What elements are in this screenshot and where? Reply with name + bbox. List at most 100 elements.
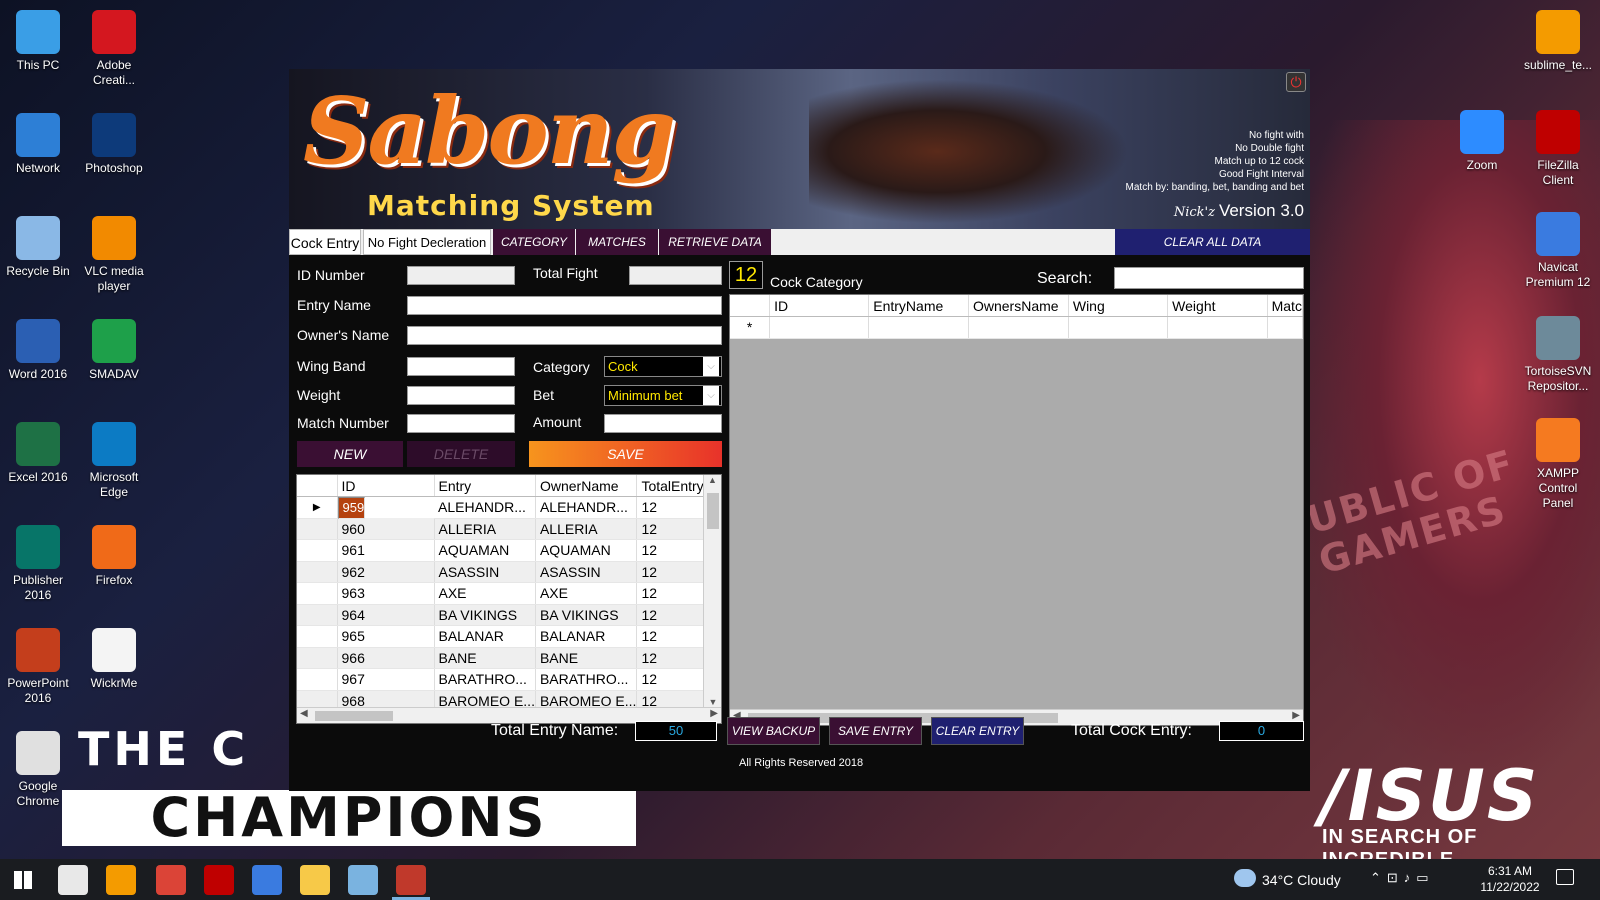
sabong-app-icon[interactable] [396,865,426,895]
desktop-icon[interactable]: Recycle Bin [2,216,74,279]
sublime-text-icon[interactable] [106,865,136,895]
table-cell[interactable]: 12 [636,518,710,540]
row-header[interactable] [297,582,338,605]
desktop-icon[interactable]: Excel 2016 [2,422,74,485]
scroll-thumb[interactable] [315,711,393,721]
column-header[interactable]: Matc [1267,295,1303,317]
table-row[interactable]: 967 BARATHRO... BARATHRO... 12 [297,668,710,691]
total-fight-field[interactable] [629,266,722,285]
match-number-field[interactable] [407,414,515,433]
desktop-icon[interactable]: WickrMe [78,628,150,691]
tab-retrieve-data[interactable]: RETRIEVE DATA [659,229,771,255]
table-cell[interactable]: 963 [337,582,435,605]
desktop-icon[interactable]: XAMPP Control Panel [1522,418,1594,511]
table-cell[interactable]: 12 [636,604,710,626]
table-cell[interactable]: ASASSIN [535,561,638,583]
table-cell[interactable] [1267,316,1303,339]
clear-all-data-button[interactable]: CLEAR ALL DATA [1115,229,1310,255]
column-header[interactable]: Weight [1167,295,1268,317]
save-entry-button[interactable]: SAVE ENTRY [829,717,922,745]
entry-name-field[interactable] [407,296,722,315]
table-cell[interactable]: 967 [337,668,435,691]
table-cell[interactable] [968,316,1069,339]
desktop-icon[interactable]: Publisher 2016 [2,525,74,603]
column-header[interactable]: ID [769,295,870,317]
table-row[interactable]: 965 BALANAR BALANAR 12 [297,625,710,648]
table-row[interactable]: 963 AXE AXE 12 [297,582,710,605]
table-cell[interactable]: 960 [337,518,435,540]
table-row[interactable]: 966 BANE BANE 12 [297,647,710,669]
chevron-down-icon[interactable]: ▼ [704,697,721,707]
table-cell[interactable]: 962 [337,561,435,583]
row-header[interactable] [297,518,338,540]
new-button[interactable]: NEW [297,441,403,467]
row-header[interactable] [297,647,338,669]
windows-start-icon[interactable] [8,865,38,895]
table-cell[interactable]: 12 [636,582,710,605]
table-cell[interactable]: BANE [535,647,638,669]
chevron-right-icon[interactable]: ▶ [710,708,718,719]
weather-text[interactable]: 34°C Cloudy [1262,872,1341,888]
desktop-icon[interactable]: sublime_te... [1522,10,1594,73]
view-backup-button[interactable]: VIEW BACKUP [727,717,820,745]
desktop-icon[interactable]: Adobe Creati... [78,10,150,88]
cock-category-grid[interactable]: ID EntryName OwnersName Wing Weight Matc… [729,294,1304,726]
table-cell[interactable]: BANE [434,647,536,669]
table-cell[interactable] [769,316,870,339]
desktop-icon[interactable]: Photoshop [78,113,150,176]
owners-name-field[interactable] [407,326,722,345]
tray-icons[interactable]: ⌃⊡♪▭ [1370,870,1435,886]
desktop-icon[interactable]: Google Chrome [2,731,74,809]
wing-band-field[interactable] [407,357,515,376]
column-header[interactable]: EntryName [868,295,969,317]
table-cell[interactable]: 961 [337,539,435,562]
search-input[interactable] [1114,267,1304,289]
table-cell[interactable]: 12 [636,647,710,669]
file-explorer-icon[interactable] [300,865,330,895]
table-cell[interactable]: AXE [434,582,536,605]
desktop-icon[interactable]: Network [2,113,74,176]
desktop-icon[interactable]: VLC media player [78,216,150,294]
tab-matches[interactable]: MATCHES [576,229,658,255]
column-header[interactable]: TotalEntry [636,475,710,497]
chevron-up-icon[interactable]: ▲ [704,475,721,485]
desktop-icon[interactable]: PowerPoint 2016 [2,628,74,706]
id-number-field[interactable] [407,266,515,285]
tab-no-fight-decleration[interactable]: No Fight Decleration [363,229,491,255]
entries-vertical-scrollbar[interactable]: ▲ ▼ [703,475,721,707]
chrome-icon[interactable] [156,865,186,895]
table-cell[interactable]: 12 [636,625,710,648]
new-row[interactable]: * [730,316,1303,339]
table-cell[interactable]: AQUAMAN [434,539,536,562]
column-header[interactable]: Entry [434,475,536,497]
table-row[interactable]: 960 ALLERIA ALLERIA 12 [297,518,710,540]
desktop-icon[interactable]: Microsoft Edge [78,422,150,500]
table-cell[interactable]: BALANAR [535,625,638,648]
desktop-icon[interactable]: Firefox [78,525,150,588]
row-header[interactable]: ▶ [297,496,338,519]
clear-entry-button[interactable]: CLEAR ENTRY [931,717,1024,745]
table-cell[interactable]: 12 [636,539,710,562]
power-icon[interactable]: ⏻ [1286,72,1306,92]
table-row[interactable]: 961 AQUAMAN AQUAMAN 12 [297,539,710,562]
table-cell[interactable]: 965 [337,625,435,648]
desktop-icon[interactable]: SMADAV [78,319,150,382]
table-cell[interactable] [868,316,969,339]
table-row[interactable]: 962 ASASSIN ASASSIN 12 [297,561,710,583]
table-cell[interactable]: 12 [636,668,710,691]
column-header[interactable]: OwnersName [968,295,1069,317]
save-button[interactable]: SAVE [529,441,722,467]
table-cell[interactable]: 12 [636,561,710,583]
table-row[interactable]: ▶ 959 ALEHANDR... ALEHANDR... 12 [297,496,710,519]
chevron-left-icon[interactable]: ◀ [300,708,308,719]
weather-icon[interactable] [1234,869,1256,887]
desktop-icon[interactable]: FileZilla Client [1522,110,1594,188]
column-header[interactable]: ID [337,475,435,497]
tab-category[interactable]: CATEGORY [493,229,575,255]
scroll-thumb[interactable] [707,493,719,529]
desktop-icon[interactable]: Navicat Premium 12 [1522,212,1594,290]
navicat-icon[interactable] [252,865,282,895]
app-icon[interactable] [348,865,378,895]
table-cell[interactable]: BARATHRO... [434,668,536,691]
table-cell[interactable]: 959 [337,497,366,519]
